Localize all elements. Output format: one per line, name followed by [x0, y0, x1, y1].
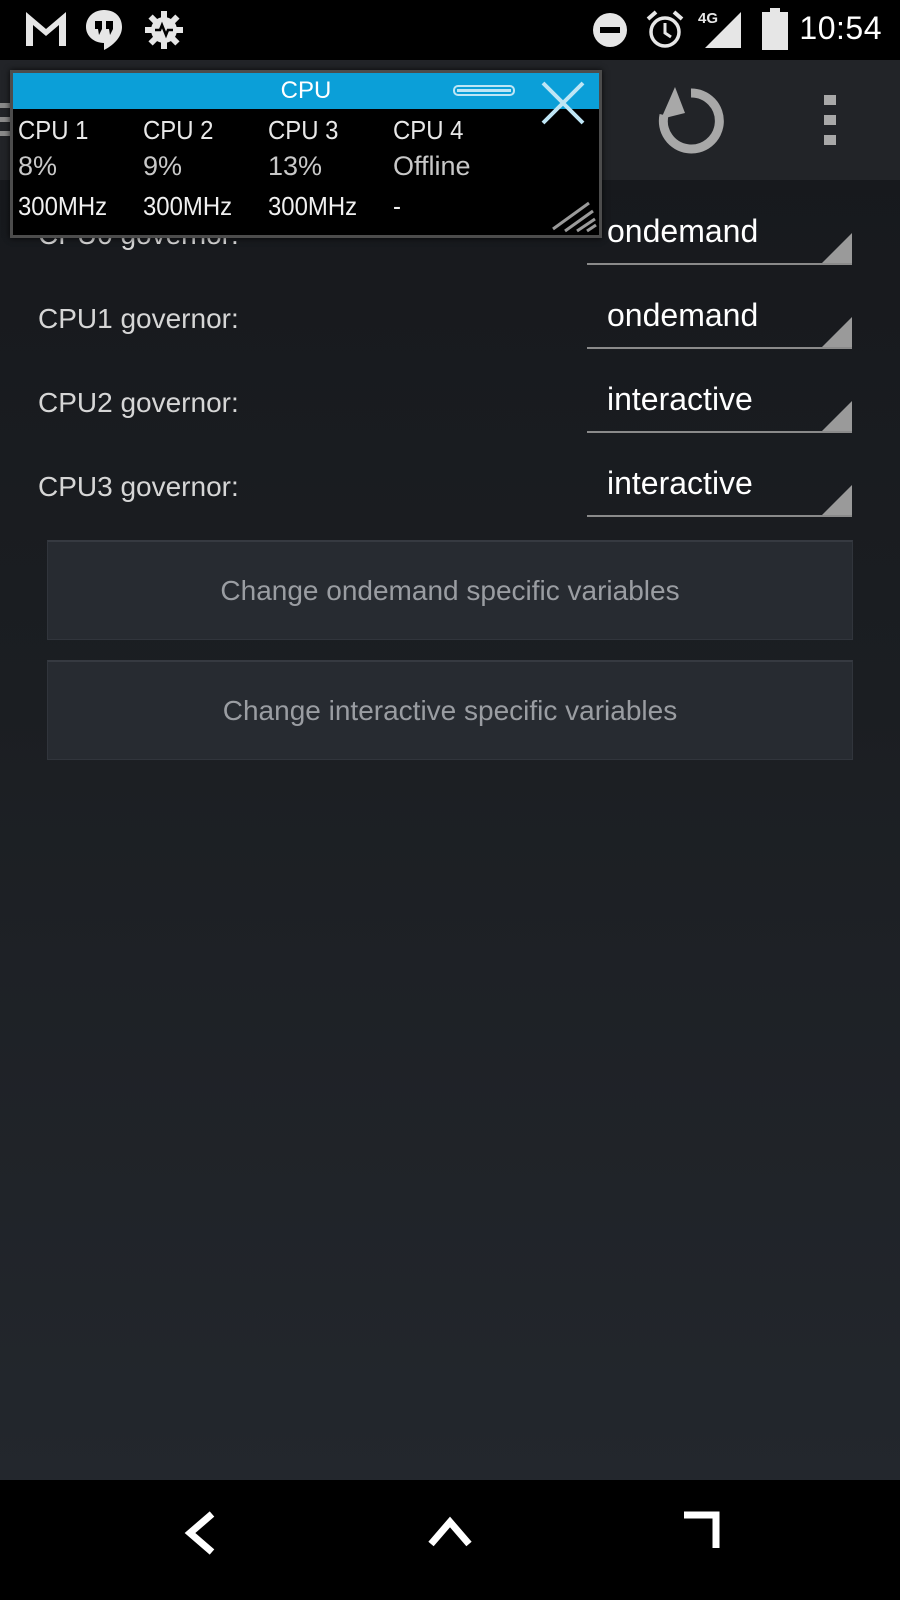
back-icon[interactable] — [180, 1510, 220, 1556]
governor-row-cpu2: CPU2 governor: interactive — [0, 369, 900, 453]
governor-row-cpu1: CPU1 governor: ondemand — [0, 285, 900, 369]
governor-select-cpu2[interactable]: interactive — [587, 369, 852, 433]
dropdown-arrow-icon — [822, 233, 852, 263]
change-interactive-variables-button[interactable]: Change interactive specific variables — [47, 660, 853, 760]
core-load: 13% — [268, 151, 323, 181]
battery-icon — [762, 8, 788, 50]
governor-select-cpu0[interactable]: ondemand — [587, 201, 852, 265]
hangouts-icon — [86, 10, 122, 50]
governor-value: interactive — [607, 465, 753, 501]
core-name: CPU 2 — [143, 115, 214, 145]
governor-value: ondemand — [607, 213, 759, 249]
dropdown-arrow-icon — [822, 485, 852, 515]
signal-icon — [705, 12, 741, 48]
dropdown-arrow-icon — [822, 317, 852, 347]
alarm-icon — [646, 10, 684, 48]
minimize-icon[interactable] — [453, 85, 515, 97]
core-frequency: 300MHz — [143, 191, 233, 221]
core-frequency: 300MHz — [18, 191, 108, 221]
recents-icon[interactable] — [680, 1510, 722, 1552]
settings-gear-icon — [145, 11, 183, 49]
cpu-monitor-overlay[interactable]: CPU CPU 1 8% 300MHz CPU 2 9% 300MHz CPU … — [10, 70, 602, 238]
core-load: 8% — [18, 151, 58, 181]
governor-label: CPU2 governor: — [38, 387, 239, 418]
refresh-icon[interactable] — [655, 85, 727, 157]
cpu-core-2: CPU 2 9% 300MHz — [143, 115, 268, 222]
home-icon[interactable] — [427, 1514, 473, 1550]
do-not-disturb-icon — [593, 13, 627, 47]
overlay-title-bar[interactable]: CPU — [13, 73, 599, 125]
core-frequency: 300MHz — [268, 191, 358, 221]
governor-value: ondemand — [607, 297, 759, 333]
change-ondemand-variables-button[interactable]: Change ondemand specific variables — [47, 540, 853, 640]
cpu-core-3: CPU 3 13% 300MHz — [268, 115, 393, 222]
core-name: CPU 1 — [18, 115, 89, 145]
cpu-core-1: CPU 1 8% 300MHz — [18, 115, 143, 222]
overflow-menu-icon[interactable] — [822, 95, 838, 145]
core-load: 9% — [143, 151, 183, 181]
governor-label: CPU3 governor: — [38, 471, 239, 502]
core-frequency: - — [393, 191, 401, 221]
governor-select-cpu3[interactable]: interactive — [587, 453, 852, 517]
close-icon[interactable] — [539, 79, 587, 127]
governor-row-cpu3: CPU3 governor: interactive — [0, 453, 900, 537]
resize-handle-icon[interactable] — [549, 193, 597, 233]
navigation-bar — [0, 1480, 900, 1600]
core-name: CPU 4 — [393, 115, 464, 145]
core-load: Offline — [393, 151, 471, 181]
core-name: CPU 3 — [268, 115, 339, 145]
governor-select-cpu1[interactable]: ondemand — [587, 285, 852, 349]
governor-label: CPU1 governor: — [38, 303, 239, 334]
clock: 10:54 — [799, 10, 882, 46]
status-bar: 4G 10:54 — [0, 0, 900, 60]
dropdown-arrow-icon — [822, 401, 852, 431]
cpu-core-4: CPU 4 Offline - — [393, 115, 518, 222]
gmail-icon — [26, 12, 66, 46]
governor-value: interactive — [607, 381, 753, 417]
